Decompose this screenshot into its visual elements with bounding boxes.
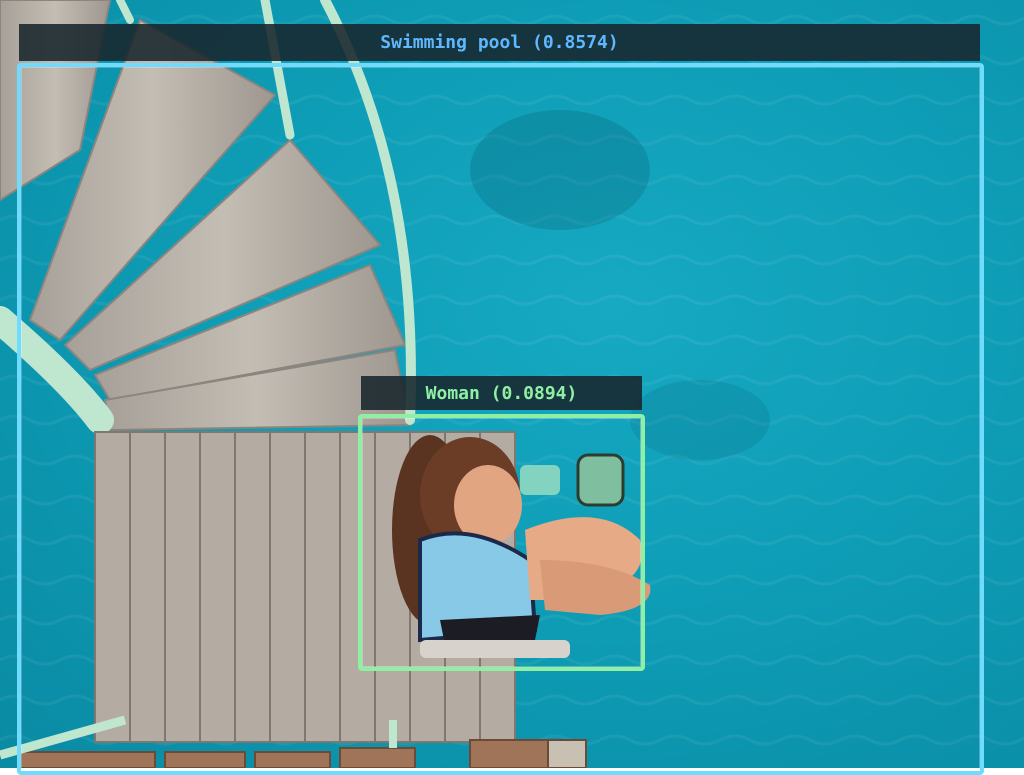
detection-label-woman: Woman (0.0894) xyxy=(361,376,642,410)
detection-label-text: Woman (0.0894) xyxy=(425,382,578,404)
detection-box-woman xyxy=(358,414,645,671)
detection-label-text: Swimming pool (0.8574) xyxy=(380,32,619,53)
detection-label-swimming-pool: Swimming pool (0.8574) xyxy=(19,24,980,61)
